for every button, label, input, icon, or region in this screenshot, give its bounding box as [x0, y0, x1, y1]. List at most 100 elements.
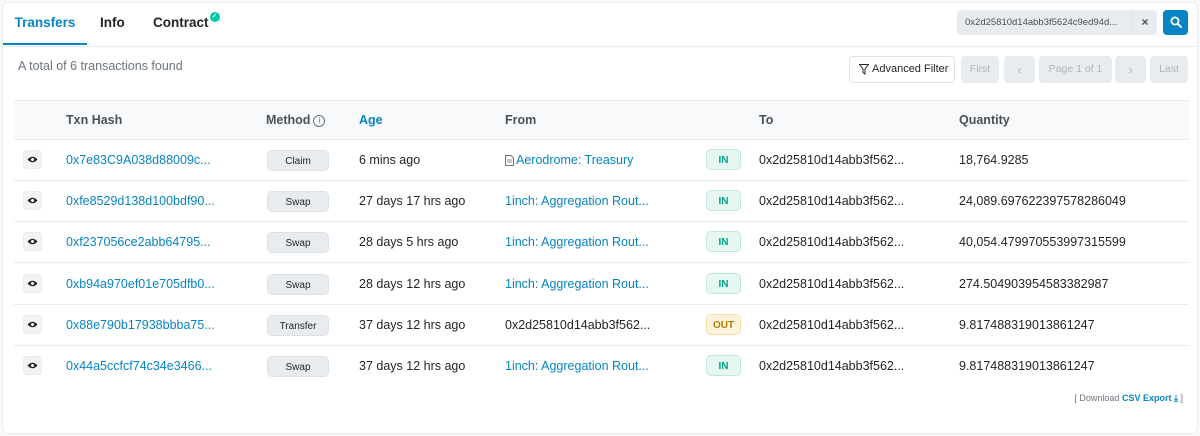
quantity-value: 9.817488319013861247 [959, 317, 1095, 332]
pagination-page-indicator: Page 1 of 1 [1039, 56, 1112, 83]
tab-contract-label: Contract [153, 15, 209, 30]
to-address: 0x2d25810d14abb3f562... [759, 359, 905, 373]
pagination-first[interactable]: First [961, 56, 999, 83]
to-address: 0x2d25810d14abb3f562... [759, 276, 905, 291]
from-address-label: 1inch: Aggregation Rout... [505, 276, 649, 291]
age-text: 28 days 12 hrs ago [359, 276, 466, 291]
info-icon[interactable]: i [313, 115, 326, 127]
search-icon [1170, 16, 1182, 28]
header-quantity: Quantity [959, 113, 1010, 127]
table-header: Txn Hash Method i Age From To Quantity [14, 100, 1189, 140]
advanced-filter-button[interactable]: Advanced Filter [849, 56, 955, 83]
quantity-value: 40,054.479970553997315599 [959, 235, 1126, 250]
method-badge: Transfer [267, 314, 329, 336]
download-note: [ Download CSV Export ⤓ ] [1074, 393, 1183, 404]
from-address-label: 0x2d25810d14abb3f562... [505, 317, 651, 332]
from-address[interactable]: 1inch: Aggregation Rout... [505, 181, 649, 221]
header-txn-hash: Txn Hash [66, 113, 123, 127]
from-address[interactable]: 1inch: Aggregation Rout... [505, 264, 649, 304]
total-transactions-text: A total of 6 transactions found [18, 59, 183, 73]
advanced-filter-label: Advanced Filter [872, 63, 949, 75]
eye-icon [27, 362, 38, 369]
transactions-card: Transfers Info Contract ✓ × A total of 6… [2, 2, 1198, 434]
from-address-label: 1inch: Aggregation Rout... [505, 235, 649, 250]
age-text: 37 days 12 hrs ago [359, 317, 466, 332]
csv-export-link[interactable]: CSV Export ⤓ [1122, 393, 1178, 403]
direction-badge: IN [706, 355, 741, 376]
quantity-value: 24,089.697622397578286049 [959, 194, 1126, 209]
eye-icon [27, 197, 38, 204]
header-method: Method i [266, 101, 326, 139]
tab-bar: Transfers Info Contract ✓ × [3, 3, 1197, 47]
txn-hash-link[interactable]: 0x44a5ccfcf74c34e3466... [66, 346, 212, 386]
table-row: 0x44a5ccfcf74c34e3466... Swap 37 days 12 h… [14, 346, 1189, 387]
from-address[interactable]: 1inch: Aggregation Rout... [505, 222, 649, 262]
clear-search-button[interactable]: × [1132, 10, 1157, 35]
download-icon: ⤓ [1173, 393, 1178, 403]
verified-check-icon: ✓ [209, 12, 220, 22]
to-address: 0x2d25810d14abb3f562... [759, 317, 905, 332]
table-row: 0x88e790b17938bbba75... Transfer 37 days 1… [14, 305, 1189, 346]
method-badge: Swap [267, 356, 329, 377]
from-address: 0x2d25810d14abb3f562... [505, 305, 650, 345]
method-badge: Claim [267, 150, 329, 171]
search-input[interactable] [957, 10, 1129, 35]
txn-hash-link[interactable]: 0x88e790b17938bbba75... [66, 305, 215, 345]
age-text: 28 days 5 hrs ago [359, 235, 459, 250]
header-age[interactable]: Age [359, 101, 383, 139]
view-details-button[interactable] [23, 314, 42, 334]
header-method-label: Method [266, 113, 311, 127]
search-box: × [957, 10, 1157, 35]
tab-contract[interactable]: Contract ✓ [153, 3, 220, 45]
pagination-next[interactable]: › [1115, 56, 1146, 83]
quantity-value: 274.504903954583382987 [959, 276, 1109, 291]
from-address[interactable]: 1inch: Aggregation Rout... [505, 346, 649, 386]
txn-hash-link[interactable]: 0xb94a970ef01e705dfb0... [66, 264, 215, 304]
tab-transfers[interactable]: Transfers [3, 3, 87, 45]
to-address: 0x2d25810d14abb3f562... [759, 194, 905, 209]
method-badge: Swap [267, 191, 329, 213]
direction-badge: OUT [706, 313, 741, 335]
filter-icon [859, 64, 869, 75]
header-from: From [505, 113, 537, 127]
eye-icon [27, 156, 38, 163]
table-row: 0xfe8529d138d100bdf90... Swap 27 days 17 h… [14, 181, 1189, 223]
from-address[interactable]: Aerodrome: Treasury [505, 140, 633, 180]
method-badge: Swap [267, 273, 329, 295]
txn-hash-link[interactable]: 0xfe8529d138d100bdf90... [66, 181, 215, 221]
table-row: 0x7e83C9A038d88009c... Claim 6 mins ago Aer… [14, 140, 1189, 181]
from-address-label: 1inch: Aggregation Rout... [505, 359, 649, 373]
view-details-button[interactable] [23, 150, 42, 169]
txn-hash-link[interactable]: 0x7e83C9A038d88009c... [66, 140, 211, 180]
to-address: 0x2d25810d14abb3f562... [759, 235, 905, 250]
eye-icon [27, 239, 38, 245]
quantity-value: 9.817488319013861247 [959, 359, 1095, 373]
view-details-button[interactable] [23, 356, 42, 375]
view-details-button[interactable] [23, 232, 42, 252]
view-details-button[interactable] [23, 273, 42, 293]
pagination-last[interactable]: Last [1150, 56, 1188, 83]
direction-badge: IN [706, 231, 741, 253]
table-row: 0xb94a970ef01e705dfb0... Swap 28 days 12 h… [14, 264, 1189, 305]
pagination-prev[interactable]: ‹ [1004, 56, 1035, 83]
eye-icon [27, 321, 38, 328]
from-address-label: Aerodrome: Treasury [516, 153, 634, 167]
age-text: 27 days 17 hrs ago [359, 194, 466, 209]
header-to: To [759, 113, 774, 127]
txn-hash-link[interactable]: 0xf237056ce2abb64795... [66, 222, 211, 262]
quantity-value: 18,764.9285 [959, 153, 1029, 167]
tab-info[interactable]: Info [100, 3, 125, 45]
view-details-button[interactable] [23, 191, 42, 211]
direction-badge: IN [706, 272, 741, 294]
contract-doc-icon [505, 155, 514, 166]
method-badge: Swap [267, 232, 329, 254]
eye-icon [27, 280, 38, 286]
direction-badge: IN [706, 190, 741, 212]
search-button[interactable] [1163, 10, 1188, 35]
to-address: 0x2d25810d14abb3f562... [759, 153, 905, 167]
direction-badge: IN [706, 149, 741, 170]
csv-export-label: CSV Export [1121, 393, 1172, 403]
age-text: 37 days 12 hrs ago [359, 359, 466, 373]
download-suffix: ] [1180, 393, 1183, 403]
download-prefix: [ Download [1074, 393, 1120, 403]
